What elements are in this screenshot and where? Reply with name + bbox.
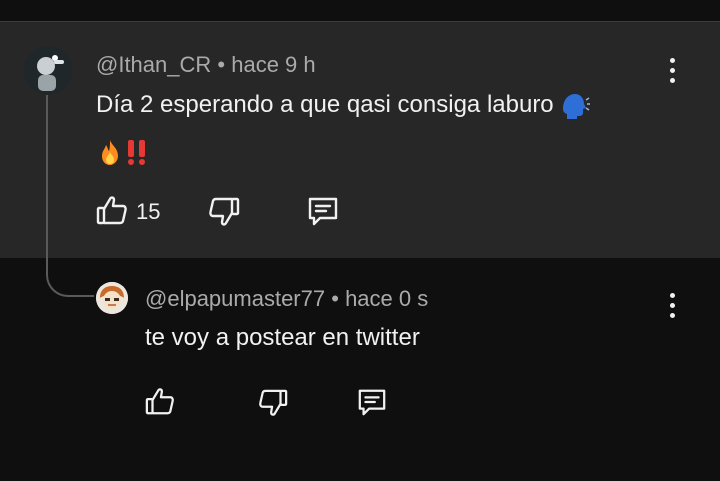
reply-icon xyxy=(358,389,386,416)
dislike-button[interactable] xyxy=(208,196,240,228)
like-icon xyxy=(96,196,127,225)
thread-connector-line xyxy=(46,95,94,297)
reply-like-button[interactable] xyxy=(145,386,175,416)
comment-meta: @Ithan_CR • hace 9 h xyxy=(96,52,316,78)
comment-timestamp[interactable]: hace 9 h xyxy=(231,52,315,77)
comment-more-button[interactable] xyxy=(662,52,682,88)
more-vert-icon xyxy=(669,292,675,298)
commenter-avatar[interactable] xyxy=(24,46,72,94)
like-icon xyxy=(145,388,174,415)
meta-separator: • xyxy=(331,286,339,311)
meta-separator: • xyxy=(217,52,226,77)
reply-reply-button[interactable] xyxy=(356,387,388,417)
fire-emoji xyxy=(96,138,124,166)
double-exclamation-emoji xyxy=(124,138,150,166)
comment-text: Día 2 esperando a que qasi consiga labur… xyxy=(96,82,656,174)
like-count: 15 xyxy=(136,199,161,224)
dislike-icon xyxy=(209,197,240,226)
reply-username[interactable]: @elpapumaster77 xyxy=(145,286,325,311)
more-vert-icon xyxy=(669,57,675,63)
top-divider xyxy=(0,0,720,22)
reply-dislike-button[interactable] xyxy=(258,388,288,418)
reply-avatar[interactable] xyxy=(96,282,128,314)
reply-icon xyxy=(308,197,338,226)
comment-text-content: Día 2 esperando a que qasi consiga labur… xyxy=(96,91,554,118)
reply-text: te voy a postear en twitter xyxy=(145,324,420,351)
speaking-head-emoji xyxy=(560,92,591,120)
like-button[interactable] xyxy=(96,194,128,226)
reply-timestamp[interactable]: hace 0 s xyxy=(345,286,428,311)
comment-username[interactable]: @Ithan_CR xyxy=(96,52,211,77)
reply-meta: @elpapumaster77 • hace 0 s xyxy=(145,286,428,312)
reply-more-button[interactable] xyxy=(662,287,682,323)
reply-button[interactable] xyxy=(306,195,340,227)
dislike-icon xyxy=(259,389,288,416)
